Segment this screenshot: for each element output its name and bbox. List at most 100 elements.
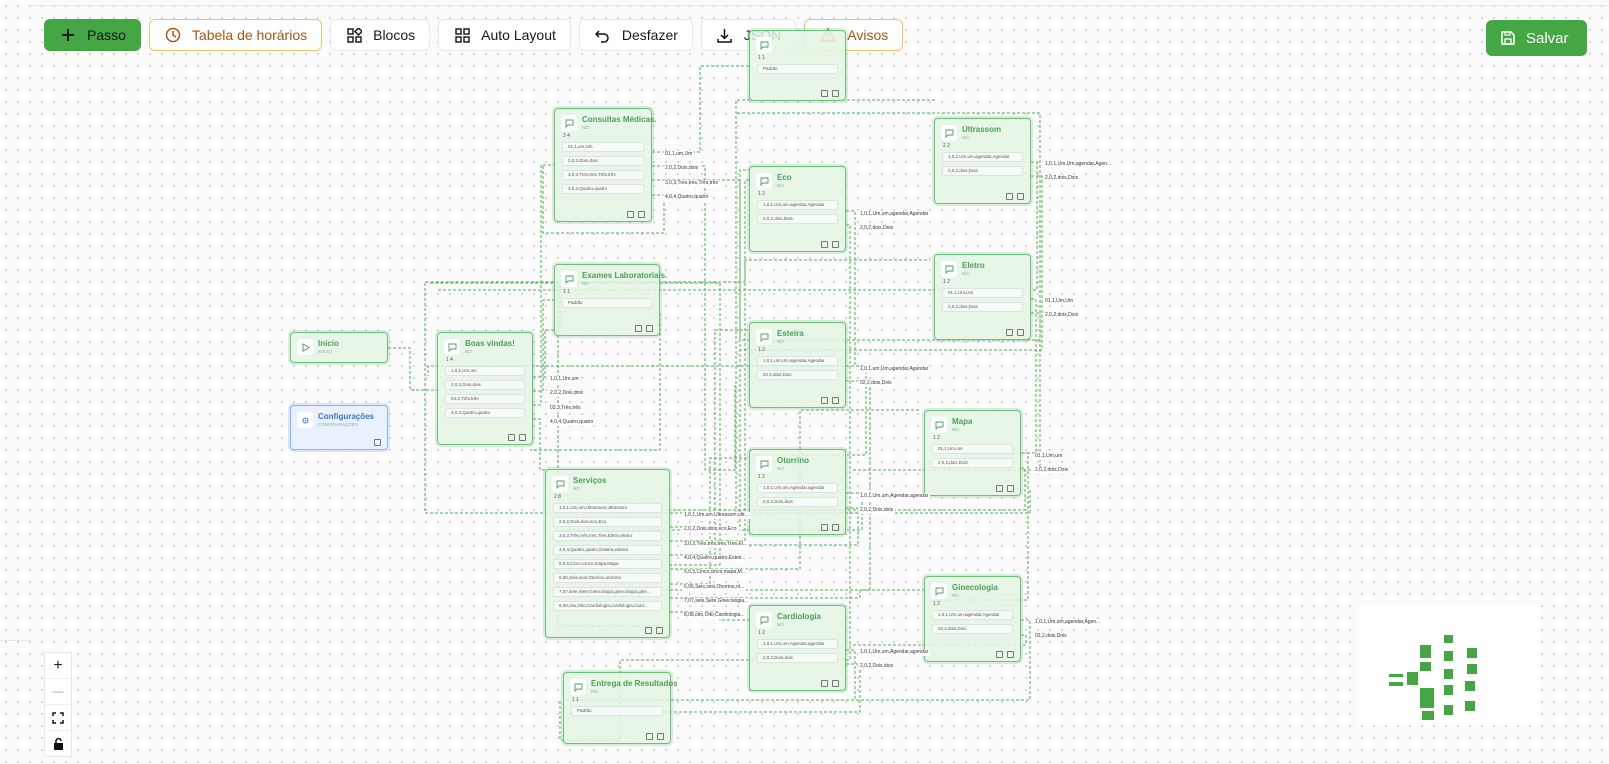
node-option-row[interactable]: 1,0,1,Um,um	[445, 366, 525, 376]
edge-label[interactable]: 1,0,1,Um,um,Ultrassom,ultr...	[682, 512, 751, 519]
node-option-row[interactable]: 3,0,3,Três,três,tres,Tres,Eletro,eletro	[553, 531, 662, 541]
node-configuracoes[interactable]: Configurações CONFIGURAÇÕES	[290, 405, 388, 450]
fit-view-button[interactable]	[45, 705, 71, 731]
trash-icon[interactable]	[646, 325, 653, 332]
edge-label[interactable]: 8,08,oito,Oito,Cardiologia...	[682, 612, 747, 620]
edit-icon[interactable]	[821, 90, 828, 97]
node-ginecologia[interactable]: Ginecologia NÓ 1 2 1,0,1,Um,um,agendar,Agen…	[924, 576, 1021, 662]
node-option-row[interactable]: 4,0,4,Quatro,quatro	[562, 184, 644, 194]
edge-label[interactable]: 01,1,um,Um	[663, 151, 695, 158]
trash-icon[interactable]	[656, 627, 663, 634]
node-option-row[interactable]: 7,07,sete,Sete,Ginecologia,ginecologia,g…	[553, 587, 662, 597]
node-option-row[interactable]: 1,0,1,Um,um,Agendar,agendar	[757, 639, 838, 649]
trash-icon[interactable]	[519, 434, 526, 441]
node-otorrino[interactable]: Otorrino NÓ 1 2 1,0,1,Um,um,Agendar,agendar…	[749, 449, 846, 535]
node-entrega-resultados[interactable]: Entrega de Resultados NÓ 1 1 Padrão	[563, 672, 678, 744]
node-option-row[interactable]: 01,1,Um,Um	[942, 288, 1023, 298]
trash-icon[interactable]	[657, 733, 664, 740]
node-cardiologia[interactable]: Cardiologia NÓ 1 2 1,0,1,Um,um,Agendar,agen…	[749, 605, 846, 691]
node-option-row[interactable]: 2,0,2,Dois,dois	[757, 653, 838, 663]
node-consultas-medicas[interactable]: Consultas Médicas. NÓ 2 4 01,1,um,Um 2,0,2,D…	[554, 108, 657, 222]
minimap[interactable]	[1357, 605, 1540, 725]
zoom-out-button[interactable]: —	[45, 679, 71, 705]
node-option-row[interactable]: 1,0,1,Um,um,agendar,Agendar	[942, 152, 1023, 162]
node-option-row[interactable]: Padrão	[571, 706, 663, 716]
edge-label[interactable]: 3,0,2,Três,três,tres,Tres,El...	[682, 540, 749, 548]
node-ultrassom[interactable]: Ultrassom NÓ 2 2 1,0,1,Um,um,agendar,Agenda…	[934, 118, 1031, 204]
node-option-row[interactable]: 6,06,Seis,seis,Otorrino,otorrino	[553, 573, 662, 583]
edge-label[interactable]: 2,0,2,dois,Dois	[1033, 467, 1071, 475]
edge-label[interactable]: 2,0,2,dois,Dois	[1043, 312, 1081, 320]
node-option-row[interactable]: 2,0,2,dois,Dois	[942, 166, 1023, 176]
node-option-row[interactable]: 2,0,2,Dois,dois,eco,Eco	[553, 517, 662, 527]
trash-icon[interactable]	[1007, 485, 1014, 492]
trash-icon[interactable]	[832, 680, 839, 687]
node-esteira[interactable]: Esteira NÓ 1 2 1,0,1,um,Um,agendar,Agendar 0…	[749, 322, 846, 408]
edge-label[interactable]: 1,0,1,Um,um,Agendar,agendar	[858, 649, 931, 656]
edge-label[interactable]: 4,0,4,Quatro,quatro	[663, 193, 711, 201]
node-exames-laboratoriais[interactable]: Exames Laboratoriais. NÓ 1 1 Padrão	[554, 264, 667, 336]
trash-icon[interactable]	[638, 211, 645, 218]
edge-label[interactable]: 03,3,Três,três	[548, 404, 583, 412]
node-option-row[interactable]: Padrão	[562, 298, 652, 308]
edit-icon[interactable]	[1006, 329, 1013, 336]
node-option-row[interactable]: 02,2,dois,Dois	[932, 624, 1013, 634]
node-inicio[interactable]: Início INÍCIO	[290, 332, 388, 363]
node-option-row[interactable]: 1,0,1,Um,um,Agendar,agendar	[757, 483, 838, 493]
edge-label[interactable]: 3,0,3,Tres,tres,Três,três	[663, 179, 720, 187]
edit-icon[interactable]	[374, 439, 381, 446]
edge-label[interactable]: 6,06,Seis,seis,Otorrino,ot...	[682, 583, 747, 591]
edit-icon[interactable]	[646, 733, 653, 740]
edit-icon[interactable]	[996, 485, 1003, 492]
edit-icon[interactable]	[996, 651, 1003, 658]
node-option-row[interactable]: 1,0,1,Um,um,agendar,Agendar	[932, 610, 1013, 620]
edge-label[interactable]: 02,2,dois,Dois	[858, 380, 894, 388]
node-option-row[interactable]: 03,3,Três,três	[445, 394, 525, 404]
edge-label[interactable]: 2,0,2,Dois,dois	[663, 165, 701, 173]
edge-label[interactable]: 4,0,4,Quatro,quatro	[548, 418, 596, 426]
node-option-row[interactable]: 02,2,dois,Dois	[757, 370, 838, 380]
edit-icon[interactable]	[645, 627, 652, 634]
edge-label[interactable]: 2,0,2,Dois,dois	[548, 390, 586, 398]
edit-icon[interactable]	[635, 325, 642, 332]
trash-icon[interactable]	[832, 241, 839, 248]
edge-label[interactable]: 1,0,1,Um,um,Agendar,agendar	[858, 493, 931, 500]
node-option-row[interactable]: 4,0,4,Quatro,quatro,Esteira,esteira	[553, 545, 662, 555]
node-option-row[interactable]: 2,0,2,dois,Dois	[942, 302, 1023, 312]
node-option-row[interactable]: 3,0,3,Tres,tres,Três,três	[562, 170, 644, 180]
node-option-row[interactable]: 01,1,um,Um	[562, 142, 644, 152]
node-servicos[interactable]: Serviços NÓ 2 8 1,0,1,Um,um,Ultrassom,ultra…	[545, 469, 670, 638]
node-eco[interactable]: Eco NÓ 1 2 1,0,1,Um,um,agendar,Agendar 2,0,2…	[749, 166, 846, 252]
edge-label[interactable]: 1,0,1,um,Um,agendar,Agendar	[858, 366, 931, 373]
node-option-row[interactable]: 1,0,1,Um,um,agendar,Agendar	[757, 200, 838, 210]
node-option-row[interactable]: 2,0,2,dois,Dois	[757, 214, 838, 224]
lock-button[interactable]	[45, 731, 71, 756]
edit-icon[interactable]	[821, 241, 828, 248]
edge-label[interactable]: 7,07,sete,Sete,Ginecologia...	[682, 597, 751, 605]
node-option-row[interactable]: 01,1,Um,um	[932, 444, 1013, 454]
edit-icon[interactable]	[821, 680, 828, 687]
edge-label[interactable]: 1,0,1,Um,um,agendar,Agendar	[858, 211, 931, 218]
edit-icon[interactable]	[508, 434, 515, 441]
edge-label[interactable]: 2,0,2,Dois,dois	[858, 663, 896, 671]
trash-icon[interactable]	[832, 524, 839, 531]
trash-icon[interactable]	[832, 397, 839, 404]
edit-icon[interactable]	[1006, 193, 1013, 200]
edit-icon[interactable]	[821, 397, 828, 404]
trash-icon[interactable]	[832, 90, 839, 97]
node-option-row[interactable]: Padrão	[757, 64, 838, 74]
trash-icon[interactable]	[1007, 651, 1014, 658]
edge-label[interactable]: 2,0,2,dois,Dois	[858, 225, 896, 233]
node-option-row[interactable]: 2,0,2,Dois,dois	[445, 380, 525, 390]
edge-label[interactable]: 01,1,Um,Um	[1043, 298, 1076, 305]
edge-label[interactable]: 02,2,dois,Dois	[1033, 633, 1069, 641]
edge-label[interactable]: 4,0,4,Quatro,quatro,Esteir...	[682, 554, 748, 562]
edge-label[interactable]: 5,0,5,Cinco,cinco,mapa,M...	[682, 569, 748, 577]
node-top[interactable]: 1 1 Padrão	[749, 30, 846, 101]
edit-icon[interactable]	[627, 211, 634, 218]
node-option-row[interactable]: 5,0,5,Cinco,cinco,mapa,Mapa	[553, 559, 662, 569]
node-boas-vindas[interactable]: Boas vindas! NÓ 1 4 1,0,1,Um,um 2,0,2,Dois,d…	[437, 332, 533, 445]
trash-icon[interactable]	[1017, 193, 1024, 200]
edge-label[interactable]: 1,0,1,Um,um	[548, 376, 581, 383]
node-option-row[interactable]: 2,0,2,Dois,dois	[757, 497, 838, 507]
